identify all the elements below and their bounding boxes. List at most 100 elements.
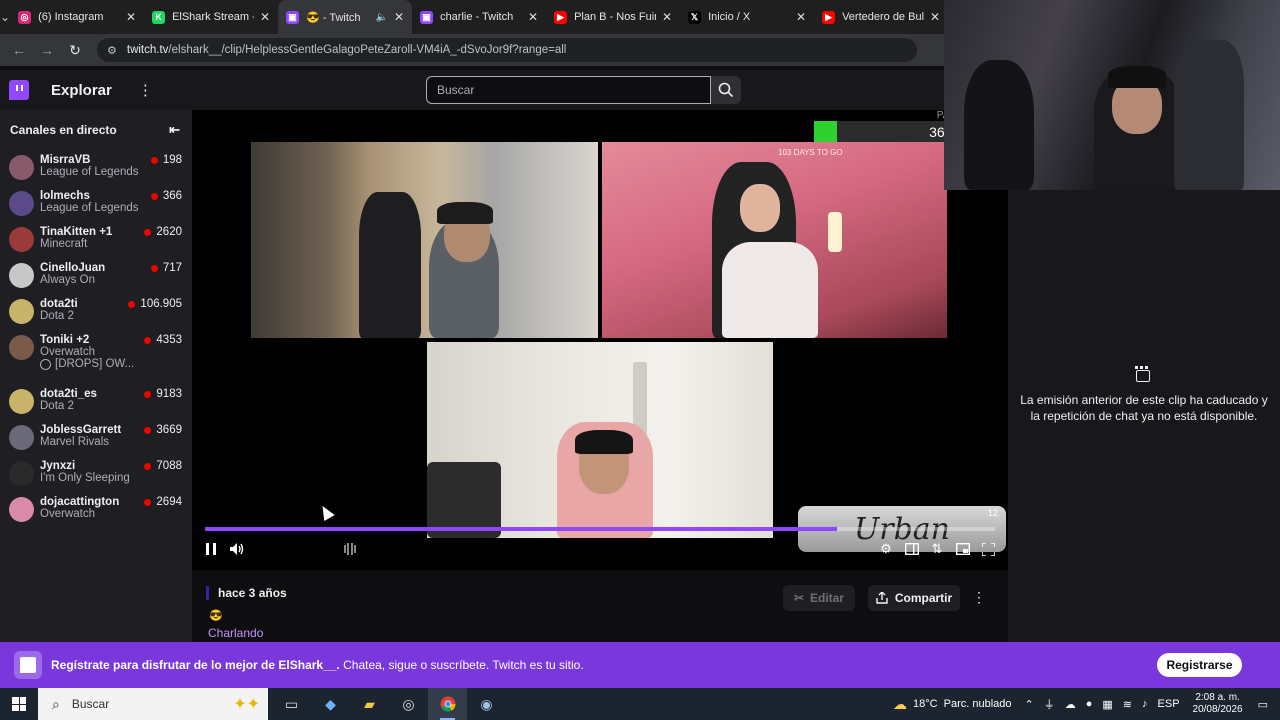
sidebar-heading: Canales en directo — [10, 123, 117, 137]
cloud-sync-icon[interactable]: ☁ — [1065, 698, 1076, 711]
search-input[interactable]: Buscar — [426, 76, 711, 104]
browser-tab[interactable]: ◎ (6) Instagram ✕ — [10, 0, 144, 34]
live-dot-icon — [144, 336, 152, 344]
player-controls: ⚙ ⇅ — [192, 538, 1008, 562]
tab-close-icon[interactable]: ✕ — [260, 10, 270, 24]
tab-audio-icon[interactable]: 🔈 — [376, 12, 388, 23]
live-dot-icon — [144, 462, 152, 470]
tray-overflow-icon[interactable]: ⌃ — [1025, 698, 1034, 711]
collapse-sidebar-icon[interactable]: ⇤ — [169, 122, 180, 138]
mic-icon[interactable]: ● — [1086, 698, 1093, 710]
clip-age: hace 3 años — [206, 586, 287, 600]
back-icon[interactable]: ← — [5, 42, 33, 58]
tab-favicon-icon: ◎ — [18, 10, 32, 24]
banner-text-rest: Chatea, sigue o suscríbete. Twitch es tu… — [339, 658, 584, 672]
tab-search-icon[interactable]: ⌄ — [0, 10, 10, 24]
sidebar-channel[interactable]: lolmechs League of Legends 366 — [0, 186, 192, 222]
twitch-top-nav: Explorar ⋮ Buscar — [0, 70, 944, 110]
tab-title: charlie - Twitch — [440, 11, 514, 23]
channel-avatar — [9, 461, 34, 486]
usb-icon[interactable]: ⏚ — [1044, 696, 1055, 712]
live-dot-icon — [128, 300, 136, 308]
clock[interactable]: 2:08 a. m. 20/08/2026 — [1193, 692, 1243, 716]
tab-favicon-icon: ▶ — [554, 10, 568, 24]
tab-close-icon[interactable]: ✕ — [662, 10, 672, 24]
channel-game: Dota 2 — [40, 310, 74, 322]
category-link[interactable]: Charlando — [208, 626, 263, 640]
video-player[interactable]: PARA EL SPARK 36074 (7.21%) 103 DAYS TO … — [192, 110, 1008, 570]
camera-feed-right: 103 DAYS TO GO — [602, 142, 947, 338]
more-options-icon[interactable]: ⋮ — [138, 81, 153, 99]
site-info-icon[interactable]: ⚙ — [107, 44, 117, 57]
tab-close-icon[interactable]: ✕ — [394, 10, 404, 24]
tab-close-icon[interactable]: ✕ — [528, 10, 538, 24]
chrome-icon[interactable] — [428, 688, 467, 720]
address-bar[interactable]: ⚙ twitch.tv/elshark__/clip/HelplessGentl… — [97, 38, 917, 62]
windows-taskbar: ⌕ Buscar ✦✦ ▭ ◆ ▰ ◎ ◉ ☁ 18°C Parc. nubla… — [0, 688, 1280, 720]
weather-widget[interactable]: ☁ 18°C Parc. nublado — [893, 696, 1011, 713]
browser-tab-strip: ⌄ ◎ (6) Instagram ✕ K ElShark Stream - V ✕ ▣ 😎 … — [0, 0, 944, 34]
browser-tab[interactable]: 𝕏 Inicio / X ✕ — [680, 0, 814, 34]
sidebar-channel[interactable]: dota2ti Dota 2 106.905 — [0, 294, 192, 330]
seek-bar[interactable] — [205, 527, 995, 531]
channel-avatar — [9, 191, 34, 216]
clip-segment-icon[interactable] — [340, 538, 360, 560]
explore-link[interactable]: Explorar — [51, 82, 112, 99]
search-button[interactable] — [711, 76, 741, 104]
file-explorer-icon[interactable]: ▰ — [350, 688, 389, 720]
browser-tab[interactable]: ▣ 😎 - Twitch 🔈 ✕ — [278, 0, 413, 34]
live-dot-icon — [144, 390, 152, 398]
tab-close-icon[interactable]: ✕ — [126, 10, 136, 24]
notifications-icon[interactable]: ▭ — [1258, 698, 1268, 711]
sidebar-channel[interactable]: Toniki +2 Overwatch [DROPS] OW... 4353 — [0, 330, 192, 384]
tab-close-icon[interactable]: ✕ — [930, 10, 940, 24]
theatre-mode-icon[interactable] — [902, 538, 922, 560]
sidebar-channel[interactable]: MisrraVB League of Legends 198 — [0, 150, 192, 186]
volume-icon[interactable] — [227, 538, 247, 560]
share-button[interactable]: Compartir — [868, 585, 960, 611]
mini-player-icon[interactable] — [953, 538, 973, 560]
browser-tab[interactable]: ▣ charlie - Twitch ✕ — [412, 0, 546, 34]
live-dot-icon — [144, 228, 152, 236]
sidebar-channel[interactable]: dojacattington Overwatch 2694 — [0, 492, 192, 528]
sidebar-channel[interactable]: dota2ti_es Dota 2 9183 — [0, 384, 192, 420]
channel-game: Overwatch — [40, 346, 95, 358]
viewer-count: 717 — [150, 262, 182, 274]
sidebar-channel[interactable]: TinaKitten +1 Minecraft 2620 — [0, 222, 192, 258]
twitch-logo-icon[interactable] — [9, 80, 29, 100]
viewer-count-value: 4353 — [156, 334, 182, 346]
fullscreen-icon[interactable] — [978, 538, 998, 560]
sidebar-channel[interactable]: JoblessGarrett Marvel Rivals 3669 — [0, 420, 192, 456]
tab-close-icon[interactable]: ✕ — [796, 10, 806, 24]
browser-tab[interactable]: K ElShark Stream - V ✕ — [144, 0, 278, 34]
register-button[interactable]: Registrarse — [1157, 653, 1242, 677]
browser-tab[interactable]: ▶ Plan B - Nos Fuim ✕ — [546, 0, 680, 34]
language-indicator[interactable]: ESP — [1158, 698, 1180, 710]
browser-tab[interactable]: ▶ Vertedero de Bult ✕ — [814, 0, 948, 34]
live-dot-icon — [150, 156, 158, 164]
pause-icon[interactable] — [201, 538, 221, 560]
reload-icon[interactable]: ↻ — [61, 42, 89, 59]
clip-more-icon[interactable]: ⋮ — [972, 589, 986, 606]
obs-icon[interactable]: ◎ — [389, 688, 428, 720]
sidebar-channel[interactable]: CinelloJuan Always On 717 — [0, 258, 192, 294]
streamer-webcam-overlay — [944, 0, 1280, 190]
clip-icon[interactable]: ⇅ — [927, 538, 947, 560]
steam-icon[interactable]: ◉ — [467, 688, 506, 720]
forward-icon[interactable]: → — [33, 42, 61, 58]
chat-unavailable-message: La emisión anterior de este clip ha cadu… — [1020, 393, 1268, 423]
taskbar-search[interactable]: ⌕ Buscar ✦✦ — [38, 688, 268, 720]
settings-gear-icon[interactable]: ⚙ — [876, 538, 896, 560]
windows-start-icon[interactable] — [0, 697, 38, 711]
speaker-icon[interactable]: ♪ — [1142, 698, 1148, 710]
channel-avatar — [9, 389, 34, 414]
copilot-icon[interactable]: ◆ — [311, 688, 350, 720]
network-icon[interactable]: ▦ — [1102, 698, 1112, 711]
channel-game: Always On — [40, 274, 95, 286]
sidebar-channel[interactable]: Jynxzi I'm Only Sleeping 7088 — [0, 456, 192, 492]
wifi-icon[interactable]: ≋ — [1123, 698, 1132, 711]
edit-button[interactable]: ✂ Editar — [783, 585, 855, 611]
task-view-icon[interactable]: ▭ — [272, 688, 311, 720]
channel-game: I'm Only Sleeping — [40, 472, 130, 484]
viewer-count-value: 198 — [162, 154, 182, 166]
